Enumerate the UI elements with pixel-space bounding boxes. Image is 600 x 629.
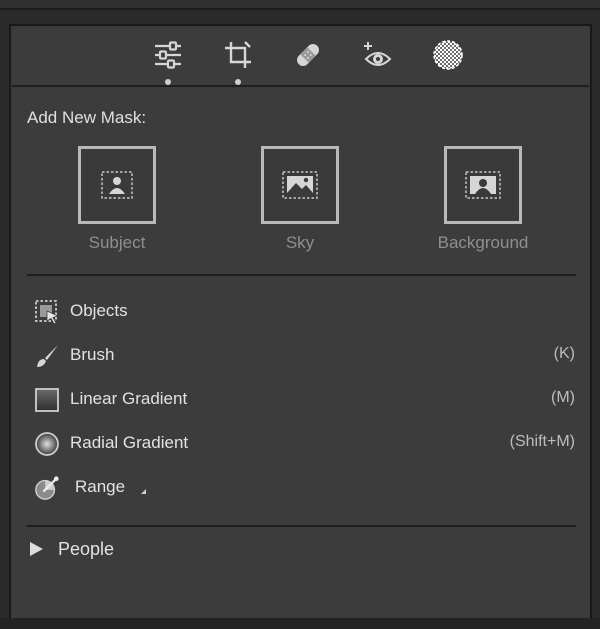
background-icon	[465, 171, 501, 199]
brush-shortcut: (K)	[553, 345, 575, 362]
red-eye-tool-button[interactable]	[358, 35, 398, 75]
objects-icon	[34, 299, 60, 325]
sky-mask-button[interactable]	[261, 146, 339, 224]
brush-icon	[34, 343, 60, 369]
add-new-mask-heading: Add New Mask:	[27, 108, 147, 127]
objects-label: Objects	[70, 301, 128, 320]
subject-mask-button[interactable]	[78, 146, 156, 224]
masking-icon	[433, 40, 463, 70]
linear-gradient-tool[interactable]: Linear Gradient (M)	[27, 381, 577, 417]
active-dot	[165, 79, 171, 85]
range-tool[interactable]: Range	[27, 469, 577, 505]
brush-tool[interactable]: Brush (K)	[27, 337, 577, 373]
sky-label: Sky	[285, 233, 315, 252]
masking-tool-button[interactable]	[428, 35, 468, 75]
healing-tool-button[interactable]	[288, 35, 328, 75]
range-label: Range	[75, 477, 126, 496]
active-dot	[235, 79, 241, 85]
radial-gradient-icon	[34, 431, 60, 457]
brush-label: Brush	[70, 345, 115, 364]
tool-strip	[12, 27, 589, 87]
bottom-strip	[0, 618, 600, 629]
radial-gradient-tool[interactable]: Radial Gradient (Shift+M)	[27, 425, 577, 461]
crop-tool-button[interactable]	[218, 35, 258, 85]
divider	[27, 525, 576, 527]
radial-gradient-label: Radial Gradient	[70, 433, 189, 452]
masking-content: Add New Mask: Subject Sky Background Obj…	[12, 88, 589, 626]
subject-label: Subject	[88, 233, 146, 252]
objects-tool[interactable]: Objects	[27, 293, 577, 329]
sliders-icon	[155, 41, 181, 69]
crop-icon	[225, 41, 251, 68]
subject-icon	[101, 171, 133, 199]
radial-gradient-shortcut: (Shift+M)	[509, 433, 575, 450]
range-icon	[34, 475, 60, 501]
disclosure-triangle-icon	[30, 542, 43, 556]
divider	[27, 274, 576, 276]
range-submenu-icon	[141, 489, 146, 494]
top-strip	[0, 0, 600, 10]
linear-gradient-label: Linear Gradient	[70, 389, 188, 408]
red-eye-icon	[364, 42, 392, 66]
background-label: Background	[437, 233, 529, 252]
bandage-icon	[297, 44, 319, 66]
linear-gradient-shortcut: (M)	[551, 389, 575, 406]
background-mask-button[interactable]	[444, 146, 522, 224]
linear-gradient-icon	[34, 387, 60, 413]
sky-icon	[282, 171, 318, 199]
people-label: People	[58, 539, 115, 559]
edit-tool-button[interactable]	[148, 35, 188, 85]
